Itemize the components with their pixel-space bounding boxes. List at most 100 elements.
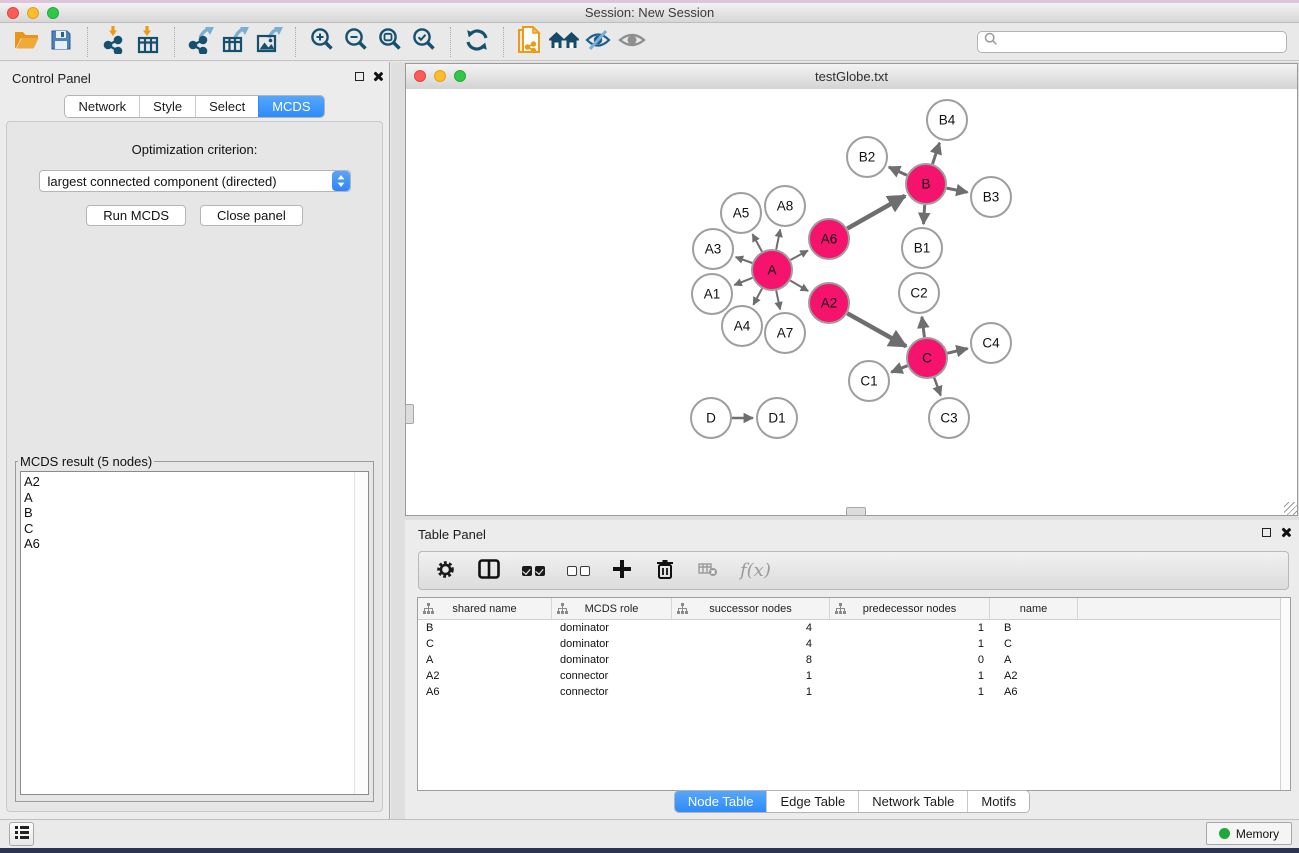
- table-row[interactable]: A6connector11A6: [418, 684, 1290, 700]
- graph-node-B1[interactable]: B1: [902, 228, 942, 268]
- edge-B-B1[interactable]: [924, 205, 925, 224]
- column-header-successor-nodes[interactable]: successor nodes: [672, 598, 830, 619]
- table-scrollbar[interactable]: [1280, 598, 1290, 790]
- window-titlebar[interactable]: Session: New Session: [0, 3, 1299, 23]
- edge-A-A1[interactable]: [734, 278, 752, 285]
- save-session-button[interactable]: [44, 26, 78, 58]
- edge-B-B3[interactable]: [947, 188, 968, 192]
- graph-node-A6[interactable]: A6: [809, 219, 849, 259]
- left-grip-handle[interactable]: [405, 404, 414, 424]
- edge-B-B4[interactable]: [933, 143, 940, 164]
- deselect-all-rows-button[interactable]: [567, 566, 590, 576]
- graph-node-C[interactable]: C: [907, 338, 947, 378]
- delete-column-button[interactable]: [654, 558, 676, 583]
- graph-node-A[interactable]: A: [752, 250, 792, 290]
- column-header-shared-name[interactable]: shared name: [418, 598, 552, 619]
- tab-style[interactable]: Style: [139, 96, 195, 117]
- result-scrollbar[interactable]: [354, 472, 368, 794]
- graph-node-D1[interactable]: D1: [757, 398, 797, 438]
- graph-node-A4[interactable]: A4: [722, 306, 762, 346]
- graph-node-D[interactable]: D: [691, 398, 731, 438]
- edge-B-B2[interactable]: [889, 167, 907, 175]
- tab-network[interactable]: Network: [65, 96, 139, 117]
- result-item[interactable]: A2: [21, 474, 368, 490]
- edge-A2-C[interactable]: [847, 313, 906, 346]
- table-settings-button[interactable]: [435, 559, 456, 583]
- close-panel-icon[interactable]: [372, 71, 383, 82]
- add-column-button[interactable]: [612, 559, 632, 582]
- export-image-button[interactable]: [252, 26, 286, 58]
- graph-node-B2[interactable]: B2: [847, 137, 887, 177]
- graph-node-A8[interactable]: A8: [765, 186, 805, 226]
- memory-button[interactable]: Memory: [1206, 822, 1292, 845]
- select-all-rows-button[interactable]: [522, 566, 545, 576]
- edge-C-C4[interactable]: [947, 349, 967, 354]
- result-item[interactable]: A6: [21, 536, 368, 552]
- graph-node-B4[interactable]: B4: [927, 100, 967, 140]
- delete-table-button[interactable]: [698, 561, 718, 580]
- zoom-selected-button[interactable]: [407, 26, 441, 58]
- graph-node-A2[interactable]: A2: [809, 283, 849, 323]
- zoom-out-button[interactable]: [339, 26, 373, 58]
- graph-node-A7[interactable]: A7: [765, 313, 805, 353]
- export-network-button[interactable]: [184, 26, 218, 58]
- open-file-button[interactable]: [10, 26, 44, 58]
- table-row[interactable]: A2connector11A2: [418, 668, 1290, 684]
- column-header-predecessor-nodes[interactable]: predecessor nodes: [830, 598, 990, 619]
- search-field[interactable]: [977, 31, 1287, 53]
- edge-A-A7[interactable]: [776, 291, 780, 310]
- graph-node-A3[interactable]: A3: [693, 229, 733, 269]
- result-item[interactable]: A: [21, 490, 368, 506]
- float-panel-icon[interactable]: [355, 72, 364, 81]
- graph-node-A5[interactable]: A5: [721, 193, 761, 233]
- home-view-button[interactable]: [547, 26, 581, 58]
- import-table-button[interactable]: [131, 26, 165, 58]
- column-header-MCDS-role[interactable]: MCDS role: [552, 598, 672, 619]
- graph-node-C3[interactable]: C3: [929, 398, 969, 438]
- graph-node-C1[interactable]: C1: [849, 361, 889, 401]
- tab-edge-table[interactable]: Edge Table: [766, 791, 858, 812]
- refresh-button[interactable]: [460, 26, 494, 58]
- edge-A-A5[interactable]: [753, 234, 763, 252]
- resize-grip-icon[interactable]: [1284, 502, 1297, 515]
- function-builder-button[interactable]: f(x): [740, 560, 771, 581]
- bottom-grip-handle[interactable]: [846, 507, 866, 516]
- graph-node-C2[interactable]: C2: [899, 273, 939, 313]
- criterion-dropdown[interactable]: largest connected component (directed): [39, 170, 351, 192]
- tab-select[interactable]: Select: [195, 96, 258, 117]
- tab-mcds[interactable]: MCDS: [258, 96, 323, 117]
- network-window-titlebar[interactable]: testGlobe.txt: [406, 64, 1297, 90]
- search-input[interactable]: [998, 34, 1280, 50]
- edge-C-C2[interactable]: [922, 317, 925, 337]
- graph-node-B[interactable]: B: [906, 164, 946, 204]
- graph-node-C4[interactable]: C4: [971, 323, 1011, 363]
- column-header-name[interactable]: name: [990, 598, 1078, 619]
- show-columns-button[interactable]: [478, 559, 500, 582]
- hide-panels-button[interactable]: [581, 26, 615, 58]
- result-item[interactable]: B: [21, 505, 368, 521]
- node-table[interactable]: shared nameMCDS rolesuccessor nodesprede…: [417, 597, 1291, 791]
- table-row[interactable]: Bdominator41B: [418, 620, 1290, 636]
- run-mcds-button[interactable]: Run MCDS: [86, 205, 186, 226]
- zoom-fit-button[interactable]: [373, 26, 407, 58]
- task-history-button[interactable]: [9, 822, 34, 846]
- close-panel-button[interactable]: Close panel: [200, 205, 303, 226]
- edge-A6-B[interactable]: [847, 196, 905, 229]
- edge-A-A4[interactable]: [753, 289, 762, 305]
- edge-A-A3[interactable]: [736, 257, 753, 263]
- network-view-window[interactable]: testGlobe.txt A A1 A2 A3 A4 A5 A6 A7 A8 B B1 B2 B3B4…: [405, 63, 1298, 516]
- graph-node-B3[interactable]: B3: [971, 177, 1011, 217]
- show-panels-button[interactable]: [615, 26, 649, 58]
- table-row[interactable]: Adominator80A: [418, 652, 1290, 668]
- edge-C-C1[interactable]: [891, 366, 907, 373]
- table-row[interactable]: Cdominator41C: [418, 636, 1290, 652]
- mcds-result-list[interactable]: A2ABCA6: [20, 471, 369, 795]
- edge-A-A6[interactable]: [790, 251, 808, 261]
- import-network-button[interactable]: [97, 26, 131, 58]
- tab-network-table[interactable]: Network Table: [858, 791, 967, 812]
- float-table-panel-icon[interactable]: [1262, 528, 1271, 537]
- zoom-in-button[interactable]: [305, 26, 339, 58]
- close-table-panel-icon[interactable]: [1280, 527, 1291, 538]
- tab-node-table[interactable]: Node Table: [675, 791, 767, 812]
- graph-node-A1[interactable]: A1: [692, 274, 732, 314]
